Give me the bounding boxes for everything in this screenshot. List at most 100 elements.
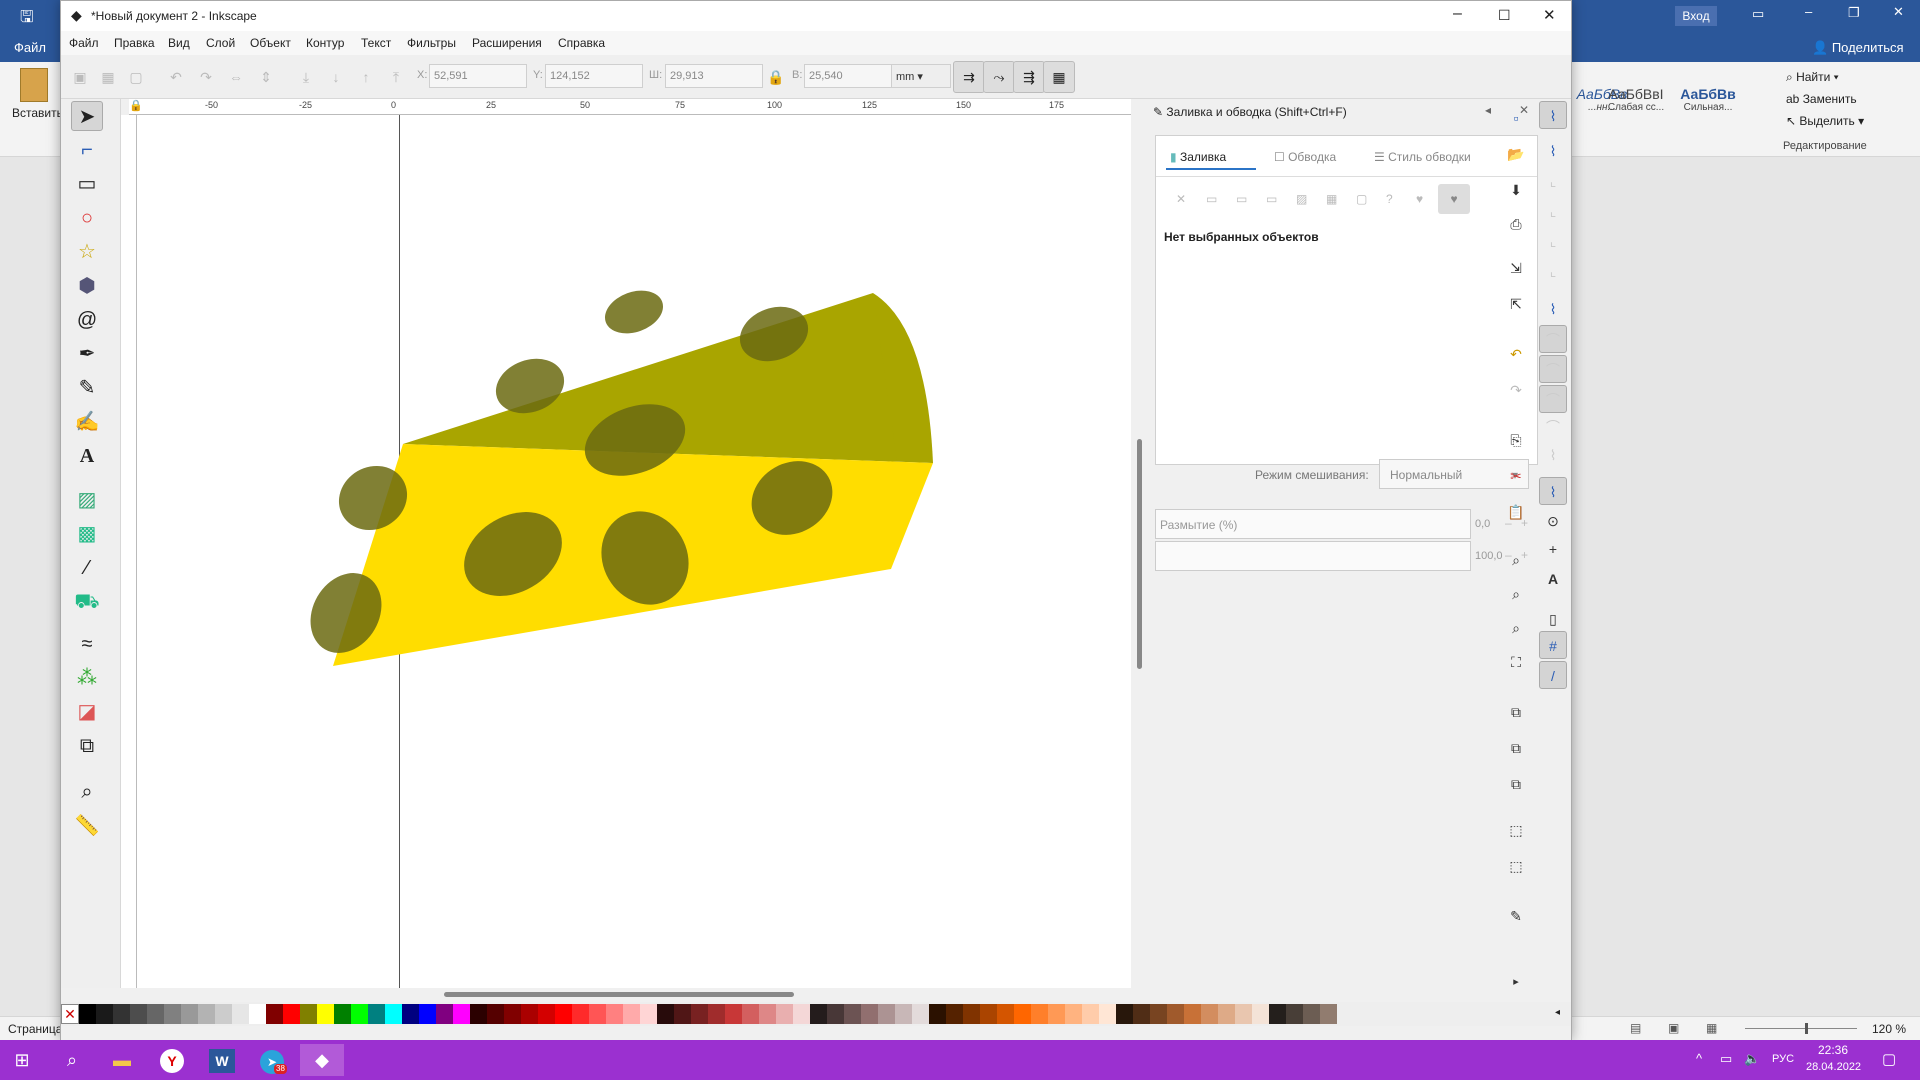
lock-guides-icon[interactable]: 🔒 [129,99,143,114]
color-swatch[interactable] [555,1004,572,1024]
select-all-icon[interactable]: ▣ [69,66,91,88]
network-icon[interactable]: ▭ [1720,1051,1732,1067]
word-icon[interactable]: W [200,1044,244,1076]
raise-to-top-icon[interactable]: ⤒ [385,66,407,88]
connector-tool-icon[interactable]: ⧉ [71,731,103,761]
restore-icon[interactable]: ❐ [1848,5,1860,21]
copy-icon[interactable]: ⎘ [1505,429,1527,451]
clone-icon[interactable]: ⧉ [1505,737,1527,759]
color-swatch[interactable] [147,1004,164,1024]
ungroup-icon[interactable]: ⬚ [1505,855,1527,877]
clock-time[interactable]: 22:36 [1818,1043,1848,1057]
spray-tool-icon[interactable]: ⁂ [71,663,103,693]
color-swatch[interactable] [759,1004,776,1024]
print-layout-icon[interactable]: ▣ [1668,1021,1679,1035]
color-swatch[interactable] [453,1004,470,1024]
color-swatch[interactable] [504,1004,521,1024]
paint-bucket-tool-icon[interactable]: ⛟ [71,587,103,617]
color-swatch[interactable] [317,1004,334,1024]
menu-object[interactable]: Объект [250,36,291,50]
snap-bbox-center-icon[interactable]: ⌞ [1539,257,1567,285]
color-swatch[interactable] [827,1004,844,1024]
snap-guides-icon[interactable]: / [1539,661,1567,689]
snap-page-border-icon[interactable]: ▯ [1539,605,1567,633]
snap-intersections-icon[interactable]: ⌒ [1539,355,1567,383]
tray-chevron-icon[interactable]: ^ [1696,1051,1702,1066]
calligraphy-tool-icon[interactable]: ✍ [71,407,103,437]
color-swatch[interactable] [266,1004,283,1024]
select-all-layers-icon[interactable]: ▦ [97,66,119,88]
color-swatch[interactable] [946,1004,963,1024]
color-swatch[interactable] [1218,1004,1235,1024]
color-swatch[interactable] [300,1004,317,1024]
unset-paint-icon[interactable]: ? [1386,192,1393,206]
deselect-icon[interactable]: ▢ [125,66,147,88]
spiral-tool-icon[interactable]: @ [71,305,103,335]
color-swatch[interactable] [402,1004,419,1024]
open-icon[interactable]: 📂 [1505,143,1527,165]
more-commands-icon[interactable]: ▸ [1505,971,1527,993]
pencil-tool-icon[interactable]: ✎ [71,373,103,403]
color-swatch[interactable] [1167,1004,1184,1024]
word-file-tab[interactable]: Файл [14,40,46,55]
color-swatch[interactable] [1031,1004,1048,1024]
color-swatch[interactable] [776,1004,793,1024]
search-icon[interactable]: ⌕ [50,1044,94,1076]
no-paint-icon[interactable]: ✕ [1176,192,1186,206]
clock-date[interactable]: 28.04.2022 [1806,1061,1861,1073]
color-swatch[interactable] [249,1004,266,1024]
menu-extensions[interactable]: Расширения [472,36,542,50]
color-swatch[interactable] [572,1004,589,1024]
color-swatch[interactable] [1014,1004,1031,1024]
tab-stroke-style[interactable]: ☰ Стиль обводки [1374,150,1471,164]
menu-edit[interactable]: Правка [114,36,155,50]
mesh-tool-icon[interactable]: ▩ [71,519,103,549]
scale-corners-button[interactable]: ⤳ [983,61,1015,93]
close-icon[interactable]: ✕ [1543,6,1556,24]
selector-tool-icon[interactable]: ➤ [71,101,103,131]
color-swatch[interactable] [1286,1004,1303,1024]
start-icon[interactable]: ⊞ [0,1044,44,1076]
linear-gradient-icon[interactable]: ▭ [1236,192,1247,206]
lock-ratio-icon[interactable]: 🔒 [765,66,787,88]
raise-icon[interactable]: ↑ [355,66,377,88]
color-swatch[interactable] [1320,1004,1337,1024]
snap-bbox-corner-icon[interactable]: ⌞ [1539,197,1567,225]
snap-grid-icon[interactable]: # [1539,631,1567,659]
color-swatch[interactable] [198,1004,215,1024]
find-button[interactable]: ⌕ Найти ▾ [1786,70,1839,85]
radial-gradient-icon[interactable]: ▭ [1266,192,1277,206]
vertical-scrollbar[interactable] [1131,99,1149,988]
color-swatch[interactable] [1082,1004,1099,1024]
swatch-icon[interactable]: ▢ [1356,192,1367,206]
color-swatch[interactable] [929,1004,946,1024]
new-document-icon[interactable]: ▫ [1505,107,1527,129]
eraser-tool-icon[interactable]: ◪ [71,697,103,727]
snap-bbox-icon[interactable]: ⌇ [1539,137,1567,165]
yandex-browser-icon[interactable]: Y [150,1044,194,1076]
color-swatch[interactable] [1252,1004,1269,1024]
color-swatch[interactable] [742,1004,759,1024]
flip-horizontal-icon[interactable]: ⇔ [225,66,247,88]
color-swatch[interactable] [1150,1004,1167,1024]
3d-box-tool-icon[interactable]: ⬢ [71,271,103,301]
color-swatch[interactable] [436,1004,453,1024]
color-swatch[interactable] [1065,1004,1082,1024]
color-swatch[interactable] [980,1004,997,1024]
zoom-width-icon[interactable]: ⛶ [1505,651,1527,673]
palette-menu-icon[interactable]: ◂ [1555,1007,1560,1018]
gradient-tool-icon[interactable]: ▨ [71,485,103,515]
color-swatch[interactable] [130,1004,147,1024]
color-swatch[interactable] [1201,1004,1218,1024]
pattern-icon[interactable]: ▦ [1326,192,1337,206]
color-swatch[interactable] [912,1004,929,1024]
color-swatch[interactable] [215,1004,232,1024]
flat-color-icon[interactable]: ▭ [1206,192,1217,206]
lower-icon[interactable]: ↓ [325,66,347,88]
menu-path[interactable]: Контур [306,36,344,50]
replace-button[interactable]: ab Заменить [1786,92,1857,106]
snap-paths-icon[interactable]: ⌒ [1539,325,1567,353]
read-mode-icon[interactable]: ▤ [1630,1021,1641,1035]
blur-value[interactable]: 0,0 [1475,518,1490,530]
cheese-drawing[interactable] [137,115,1131,988]
